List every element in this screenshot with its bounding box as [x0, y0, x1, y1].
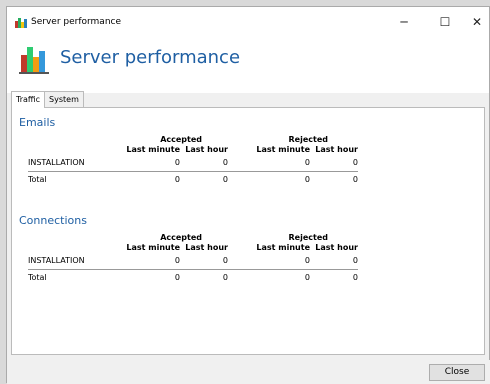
cell-value: 0 — [228, 268, 310, 286]
column-header: Last minute — [256, 242, 310, 252]
close-button[interactable]: Close — [429, 364, 485, 381]
cell-value: 0 — [304, 255, 310, 265]
title-bar: Server performance ─ ☐ ✕ — [7, 7, 489, 37]
cell-value: 0 — [352, 255, 358, 265]
chart-app-icon — [15, 18, 27, 28]
cell-value: 0 — [228, 170, 310, 188]
minimize-button[interactable]: ─ — [388, 7, 420, 37]
group-header-accepted: Accepted — [160, 232, 202, 242]
maximize-button[interactable]: ☐ — [429, 7, 461, 37]
cell-value: 0 — [116, 170, 180, 188]
tab-system[interactable]: System — [44, 91, 84, 107]
cell-value: 0 — [310, 268, 358, 286]
group-header-rejected: Rejected — [288, 232, 328, 242]
connections-table: Accepted Rejected Last minute Last hour … — [28, 232, 358, 286]
traffic-panel: Emails Accepted Rejected Last minute Las… — [11, 107, 485, 355]
server-performance-window: Server performance ─ ☐ ✕ Server performa… — [6, 6, 490, 384]
cell-value: 0 — [174, 157, 180, 167]
cell-value: 0 — [180, 170, 228, 188]
cell-value: 0 — [222, 157, 228, 167]
page-header: Server performance — [7, 37, 489, 93]
row-label: Total — [28, 268, 116, 286]
cell-value: 0 — [352, 157, 358, 167]
row-label: Total — [28, 170, 116, 188]
emails-table: Accepted Rejected Last minute Last hour … — [28, 134, 358, 188]
row-label: INSTALLATION — [28, 157, 85, 167]
row-label: INSTALLATION — [28, 255, 85, 265]
column-header: Last hour — [185, 242, 228, 252]
column-header: Last minute — [126, 242, 180, 252]
chart-icon — [19, 47, 49, 74]
column-header: Last hour — [315, 144, 358, 154]
group-header-accepted: Accepted — [160, 134, 202, 144]
total-row: Total 0 0 0 0 — [28, 268, 358, 286]
table-row: INSTALLATION 0 0 0 0 — [28, 154, 358, 171]
tab-traffic[interactable]: Traffic — [11, 91, 46, 108]
cell-value: 0 — [222, 255, 228, 265]
tab-bar: Traffic System — [11, 91, 84, 108]
section-title-connections: Connections — [19, 214, 87, 227]
total-row: Total 0 0 0 0 — [28, 170, 358, 188]
footer-bar: Close — [7, 360, 490, 384]
window-close-button[interactable]: ✕ — [461, 7, 490, 37]
page-title: Server performance — [60, 47, 241, 68]
column-header: Last hour — [185, 144, 228, 154]
cell-value: 0 — [174, 255, 180, 265]
cell-value: 0 — [180, 268, 228, 286]
column-header: Last hour — [315, 242, 358, 252]
column-header: Last minute — [126, 144, 180, 154]
column-header: Last minute — [256, 144, 310, 154]
group-header-rejected: Rejected — [288, 134, 328, 144]
cell-value: 0 — [310, 170, 358, 188]
section-title-emails: Emails — [19, 116, 56, 129]
table-row: INSTALLATION 0 0 0 0 — [28, 252, 358, 269]
window-title: Server performance — [31, 17, 122, 27]
cell-value: 0 — [116, 268, 180, 286]
cell-value: 0 — [304, 157, 310, 167]
